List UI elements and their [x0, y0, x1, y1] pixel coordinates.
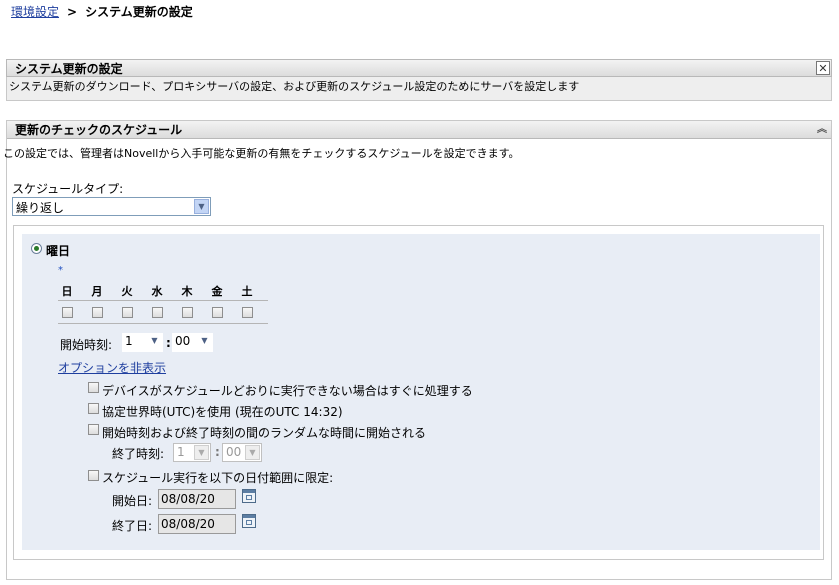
limit-range-label: スケジュール実行を以下の日付範囲に限定:	[102, 471, 334, 485]
start-minute-value: 00	[175, 334, 191, 348]
weekday-radio[interactable]	[31, 243, 42, 254]
panel-description: システム更新のダウンロード、プロキシサーバの設定、および更新のスケジュール設定の…	[6, 77, 832, 101]
schedule-type-label: スケジュールタイプ:	[12, 182, 124, 196]
day-header-fri: 金	[211, 285, 223, 298]
start-time-label: 開始時刻:	[60, 338, 113, 352]
divider	[58, 323, 268, 324]
day-checkbox-wed[interactable]	[152, 307, 163, 318]
section-description: この設定では、管理者はNovellから入手可能な更新の有無をチェックするスケジュ…	[3, 147, 520, 160]
required-marker: *	[58, 265, 63, 276]
day-header-mon: 月	[91, 285, 103, 298]
start-hour-select[interactable]: 1 ▼	[122, 333, 163, 352]
schedule-type-select[interactable]: 繰り返し ▼	[12, 197, 211, 216]
random-start-checkbox[interactable]	[88, 424, 99, 435]
process-immediately-label: デバイスがスケジュールどおりに実行できない場合はすぐに処理する	[102, 384, 473, 398]
process-immediately-checkbox[interactable]	[88, 382, 99, 393]
day-checkbox-tue[interactable]	[122, 307, 133, 318]
chevron-down-icon: ▼	[245, 445, 260, 460]
day-header-tue: 火	[121, 285, 133, 298]
day-header-wed: 水	[151, 285, 163, 298]
chevron-down-icon: ▼	[194, 445, 209, 460]
end-minute-select[interactable]: 00 ▼	[222, 443, 262, 462]
day-checkbox-mon[interactable]	[92, 307, 103, 318]
start-hour-value: 1	[125, 334, 133, 348]
collapse-icon[interactable]: ︽	[814, 122, 830, 138]
day-checkbox-sun[interactable]	[62, 307, 73, 318]
start-date-label: 開始日:	[112, 494, 153, 508]
day-checkbox-fri[interactable]	[212, 307, 223, 318]
end-date-label: 終了日:	[112, 519, 153, 533]
section-title: 更新のチェックのスケジュール	[15, 123, 183, 137]
calendar-icon[interactable]	[242, 489, 256, 503]
hide-options-link[interactable]: オプションを非表示	[58, 359, 166, 376]
panel-description-text: システム更新のダウンロード、プロキシサーバの設定、および更新のスケジュール設定の…	[9, 80, 580, 93]
calendar-icon[interactable]	[242, 514, 256, 528]
breadcrumb-current: システム更新の設定	[85, 5, 193, 19]
breadcrumb-link-settings[interactable]: 環境設定	[11, 5, 59, 19]
time-separator: :	[215, 445, 220, 459]
breadcrumb: 環境設定 > システム更新の設定	[11, 3, 193, 20]
day-checkbox-sat[interactable]	[242, 307, 253, 318]
day-header-sat: 土	[241, 285, 253, 298]
end-minute-value: 00	[226, 445, 242, 459]
close-icon[interactable]: ✕	[816, 61, 830, 75]
end-date-input[interactable]: 08/08/20	[158, 514, 236, 534]
breadcrumb-separator: >	[67, 5, 78, 19]
use-utc-label: 協定世界時(UTC)を使用 (現在のUTC 14:32)	[102, 405, 343, 419]
random-start-label: 開始時刻および終了時刻の間のランダムな時間に開始される	[102, 426, 427, 440]
panel-title: システム更新の設定	[15, 62, 123, 76]
start-minute-select[interactable]: 00 ▼	[172, 333, 213, 352]
schedule-type-value: 繰り返し	[16, 201, 65, 215]
weekday-radio-label: 曜日	[46, 244, 71, 258]
chevron-down-icon: ▼	[194, 199, 209, 214]
divider	[58, 300, 268, 301]
start-date-input[interactable]: 08/08/20	[158, 489, 236, 509]
section-header: 更新のチェックのスケジュール ︽	[7, 121, 831, 139]
day-checkbox-thu[interactable]	[182, 307, 193, 318]
day-header-thu: 木	[181, 285, 193, 298]
time-separator: :	[166, 336, 171, 350]
use-utc-checkbox[interactable]	[88, 403, 99, 414]
chevron-down-icon: ▼	[201, 336, 208, 345]
end-hour-value: 1	[177, 445, 185, 459]
panel-header: システム更新の設定 ✕	[6, 59, 832, 77]
end-hour-select[interactable]: 1 ▼	[173, 443, 211, 462]
chevron-down-icon: ▼	[151, 336, 158, 345]
end-time-label: 終了時刻:	[112, 447, 165, 461]
limit-range-checkbox[interactable]	[88, 470, 99, 481]
day-header-sun: 日	[61, 285, 73, 298]
